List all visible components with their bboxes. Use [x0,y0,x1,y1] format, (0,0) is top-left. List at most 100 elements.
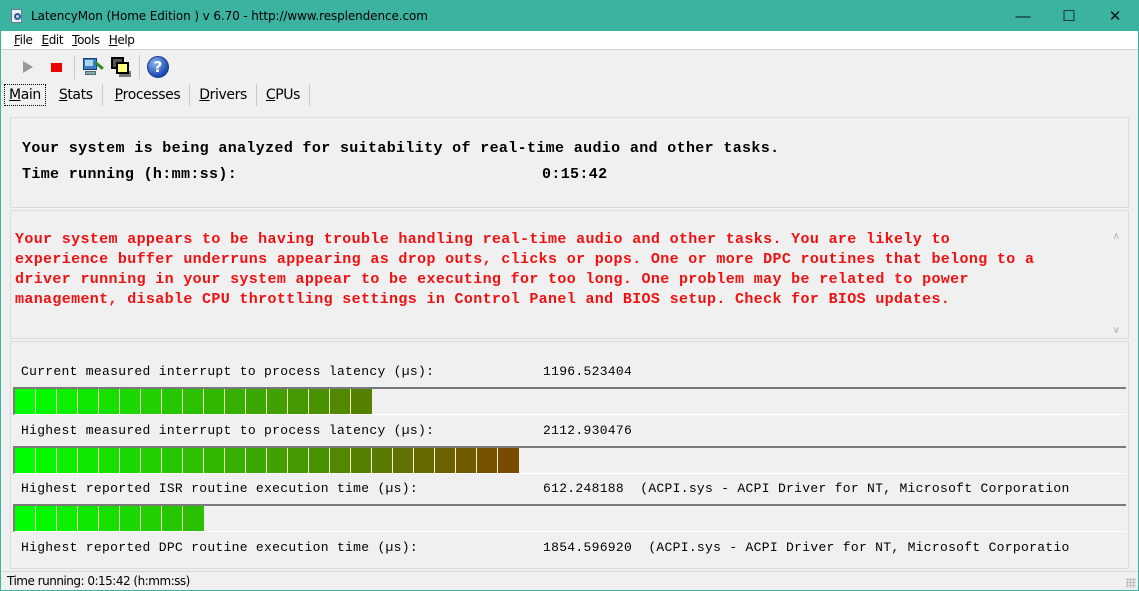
bar-segment [36,506,57,531]
stop-button[interactable] [42,53,70,81]
isr-time-value: 612.248188 (ACPI.sys - ACPI Driver for N… [543,481,1070,496]
tab-main-label: ain [20,87,42,103]
bar-segment [99,506,120,531]
bar-segment [15,448,36,473]
tab-stats-label: tats [67,87,93,103]
start-button[interactable] [14,53,42,81]
bar-segment [162,389,183,414]
bar-segment [15,389,36,414]
bar-segment [183,506,204,531]
tab-drivers[interactable]: Drivers [190,84,257,106]
tab-stats[interactable]: Stats [50,84,103,106]
bar-segment [141,448,162,473]
minimize-button[interactable]: — [1000,1,1046,31]
bar-segment [57,389,78,414]
analysis-status-text: Your system is being analyzed for suitab… [22,140,780,157]
bar-segment [36,389,57,414]
tab-strip: Main Stats Processes Drivers C PUs [4,82,311,108]
metrics-panel: Current measured interrupt to process la… [10,341,1129,569]
help-icon: ? [147,56,169,78]
bar-segment [141,506,162,531]
menu-edit-accel: E [41,33,50,47]
window-title: LatencyMon (Home Edition ) v 6.70 - http… [31,9,428,23]
tab-drivers-accel: D [199,87,210,103]
minimize-icon: — [1015,7,1031,25]
bar-segment [162,448,183,473]
warning-panel[interactable]: Your system appears to be having trouble… [10,210,1129,339]
toolbar-separator [139,55,140,79]
dpc-time-value: 1854.596920 (ACPI.sys - ACPI Driver for … [543,540,1070,555]
help-button[interactable]: ? [144,53,172,81]
tab-processes[interactable]: Processes [103,84,191,106]
menu-file[interactable]: File [11,33,36,47]
bar-segment [141,389,162,414]
bar-segment [204,389,225,414]
tab-cpus[interactable]: C PUs [257,84,311,106]
bar-segment [78,448,99,473]
bar-segment [267,389,288,414]
tab-main-accel: M [9,87,21,103]
time-running-value: 0:15:42 [542,166,608,183]
current-latency-bar [13,387,1126,415]
bar-segment [57,506,78,531]
menu-edit-label: dit [48,33,64,47]
bar-segment [330,389,351,414]
play-icon [23,61,33,73]
resize-grip-icon[interactable] [1126,578,1136,588]
current-latency-bar-fill [15,389,372,414]
isr-time-number: 612.248188 [543,481,625,496]
menu-help-label: elp [117,33,135,47]
title-bar[interactable]: LatencyMon (Home Edition ) v 6.70 - http… [1,1,1138,31]
bar-segment [99,389,120,414]
close-button[interactable]: ✕ [1092,1,1138,31]
maximize-button[interactable]: ☐ [1046,1,1092,31]
isr-time-label: Highest reported ISR routine execution t… [21,481,418,496]
isr-time-bar [13,504,1126,532]
tab-processes-accel: P [114,87,123,103]
dpc-time-number: 1854.596920 [543,540,633,555]
isr-time-bar-fill [15,506,204,531]
bar-segment [288,389,309,414]
tab-processes-label: rocesses [122,87,181,103]
warning-text: Your system appears to be having trouble… [15,231,1035,308]
current-latency-label: Current measured interrupt to process la… [21,364,435,379]
bar-segment [246,389,267,414]
bar-segment [414,448,435,473]
bar-segment [498,448,519,473]
menu-bar: File Edit Tools Help [2,31,1138,50]
tab-cpus-accel: C [265,87,276,103]
bar-segment [309,448,330,473]
menu-help[interactable]: Help [106,33,138,47]
current-latency-value: 1196.523404 [543,364,633,379]
time-running-label: Time running (h:mm:ss): [22,166,238,183]
menu-file-label: ile [19,33,33,47]
tab-main[interactable]: Main [4,84,46,106]
menu-tools[interactable]: Tools [69,33,103,47]
latencymon-window: LatencyMon (Home Edition ) v 6.70 - http… [0,0,1139,591]
highest-latency-label: Highest measured interrupt to process la… [21,423,435,438]
bar-segment [393,448,414,473]
toolbar: ? [2,52,1138,82]
bar-segment [99,448,120,473]
bar-segment [57,448,78,473]
bar-segment [120,506,141,531]
app-icon [9,8,25,24]
bar-segment [36,448,57,473]
dpc-driver-detail: (ACPI.sys - ACPI Driver for NT, Microsof… [648,540,1070,555]
bar-segment [15,506,36,531]
bar-segment [225,448,246,473]
bar-segment [120,448,141,473]
tab-stats-accel: S [58,87,68,103]
scroll-up-arrow-icon[interactable]: ∧ [1113,231,1120,242]
scroll-down-arrow-icon[interactable]: ∨ [1113,325,1120,336]
analyze-button[interactable] [79,53,107,81]
bar-segment [288,448,309,473]
highest-latency-bar [13,446,1126,474]
bar-segment [183,389,204,414]
tab-drivers-label: rivers [209,87,248,103]
dpc-time-label: Highest reported DPC routine execution t… [21,540,418,555]
status-bar: Time running: 0:15:42 (h:mm:ss) [2,571,1138,590]
windows-button[interactable] [107,53,135,81]
bar-segment [78,389,99,414]
menu-edit[interactable]: Edit [39,33,67,47]
